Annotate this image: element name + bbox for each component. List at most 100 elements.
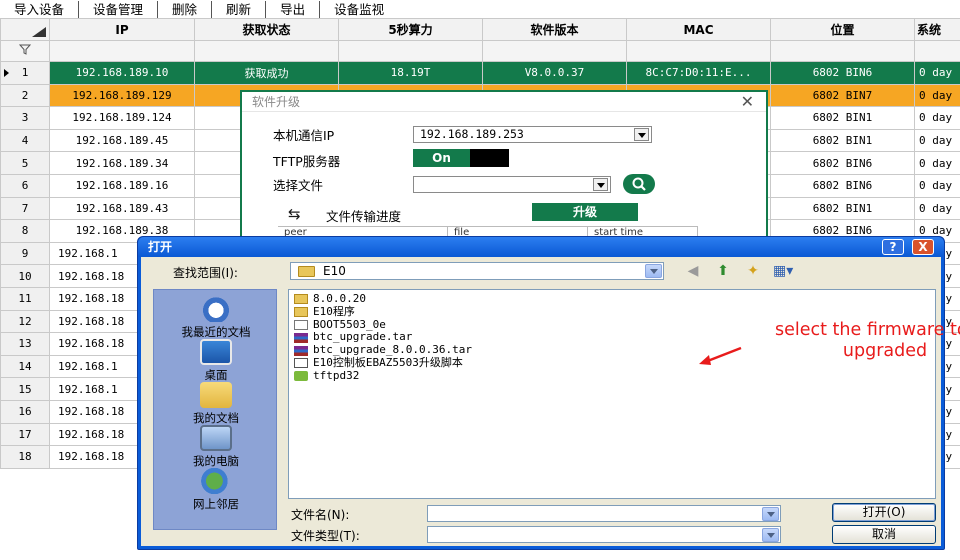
cell-system[interactable]: 0 day (914, 61, 960, 85)
chevron-down-icon[interactable] (762, 528, 779, 542)
cell-position[interactable]: 6802 BIN1 (770, 128, 915, 153)
place-recent[interactable]: 我最近的文档 (154, 296, 278, 340)
select-file-combo[interactable] (413, 176, 611, 193)
upgrade-button[interactable]: 升级 (532, 203, 638, 221)
tftp-toggle-on[interactable]: On (413, 149, 470, 167)
cell-position[interactable]: 6802 BIN1 (770, 106, 915, 130)
cell-ip[interactable]: 192.168.189.129 (49, 83, 195, 108)
col-header-system[interactable]: 系统 (914, 18, 960, 41)
place-desktop[interactable]: 桌面 (154, 339, 278, 383)
cell-system[interactable]: 0 day (914, 128, 960, 153)
menu-item[interactable]: 设备管理 (79, 0, 159, 19)
row-number[interactable]: 14 (0, 354, 50, 379)
cell-system[interactable]: 0 day (914, 106, 960, 130)
filter-icon[interactable] (18, 44, 32, 55)
view-menu-icon[interactable]: ▦▾ (773, 262, 793, 280)
cell-position[interactable]: 6802 BIN6 (770, 61, 915, 85)
new-folder-icon[interactable]: ✦ (743, 262, 763, 280)
file-item[interactable]: E10程序 (294, 305, 935, 319)
cell-ip[interactable]: 192.168.189.34 (49, 151, 195, 175)
help-button[interactable]: ? (882, 239, 904, 255)
menu-item[interactable]: 刷新 (212, 0, 267, 19)
upgrade-close-icon[interactable]: ✕ (741, 92, 754, 111)
row-number[interactable]: 4 (0, 128, 50, 153)
row-number[interactable]: 11 (0, 286, 50, 311)
col-header-hashrate[interactable]: 5秒算力 (338, 18, 483, 41)
filter-system[interactable] (914, 40, 960, 62)
cell-system[interactable]: 0 day (914, 151, 960, 175)
row-number[interactable]: 16 (0, 399, 50, 424)
browse-file-button[interactable] (623, 174, 655, 194)
cell-system[interactable]: 0 day (914, 83, 960, 108)
row-number[interactable]: 18 (0, 445, 50, 469)
cell-ip[interactable]: 192.168.189.43 (49, 196, 195, 221)
cell-position[interactable]: 6802 BIN6 (770, 151, 915, 175)
row-number[interactable]: 3 (0, 106, 50, 130)
menu-item[interactable]: 设备监视 (320, 1, 398, 19)
filetype-select[interactable] (427, 526, 781, 543)
cell-position[interactable]: 6802 BIN1 (770, 196, 915, 221)
cell-position[interactable]: 6802 BIN6 (770, 173, 915, 198)
place-my-documents[interactable]: 我的文档 (154, 382, 278, 426)
cell-system[interactable]: 0 day (914, 196, 960, 221)
row-number[interactable]: 9 (0, 241, 50, 266)
cell-version[interactable]: V8.0.0.37 (482, 61, 627, 85)
row-number-text: 7 (21, 201, 29, 215)
row-number[interactable]: 8 (0, 219, 50, 243)
cell-mac[interactable]: 8C:C7:D0:11:E... (626, 61, 771, 85)
row-number[interactable]: 1 (0, 61, 50, 85)
chevron-down-icon[interactable] (762, 507, 779, 521)
file-item[interactable]: 8.0.0.20 (294, 292, 935, 306)
menu-item[interactable]: 导出 (266, 0, 321, 19)
cell-ip[interactable]: 192.168.189.45 (49, 128, 195, 153)
filter-cell[interactable] (0, 40, 50, 62)
open-button[interactable]: 打开(O) (832, 503, 936, 522)
tftp-toggle-off[interactable] (470, 149, 509, 167)
look-in-select[interactable]: E10 (290, 262, 664, 280)
place-my-computer[interactable]: 我的电脑 (154, 425, 278, 469)
menu-item[interactable]: 删除 (158, 0, 213, 19)
place-network[interactable]: 网上邻居 (154, 468, 278, 512)
col-header-mac[interactable]: MAC (626, 18, 771, 41)
chevron-down-icon[interactable] (645, 264, 662, 278)
cancel-button[interactable]: 取消 (832, 525, 936, 544)
row-number[interactable]: 6 (0, 173, 50, 198)
chevron-down-icon[interactable] (634, 128, 649, 141)
row-number[interactable]: 12 (0, 309, 50, 334)
filter-status[interactable] (194, 40, 339, 62)
row-number[interactable]: 17 (0, 422, 50, 447)
filename-input[interactable] (427, 505, 781, 522)
row-number-text: 11 (18, 292, 32, 306)
cell-status[interactable]: 获取成功 (194, 61, 339, 85)
row-number[interactable]: 15 (0, 377, 50, 401)
filter-mac[interactable] (626, 40, 771, 62)
filter-hashrate[interactable] (338, 40, 483, 62)
row-number[interactable]: 2 (0, 83, 50, 108)
menu-item[interactable]: 导入设备 (0, 0, 80, 19)
chevron-down-icon[interactable] (593, 178, 608, 191)
col-header-ip[interactable]: IP (49, 18, 195, 41)
cell-hashrate[interactable]: 18.19T (338, 61, 483, 85)
tftp-toggle[interactable]: On (413, 149, 509, 167)
filter-version[interactable] (482, 40, 627, 62)
cell-system[interactable]: 0 day (914, 173, 960, 198)
back-icon[interactable]: ◀ (683, 262, 703, 280)
row-number[interactable]: 10 (0, 264, 50, 288)
col-header-version[interactable]: 软件版本 (482, 18, 627, 41)
table-row[interactable]: 1 192.168.189.10 获取成功 18.19T V8.0.0.37 8C:C7:… (0, 61, 960, 85)
up-folder-icon[interactable]: ⬆ (713, 262, 733, 280)
row-number[interactable]: 5 (0, 151, 50, 175)
row-number[interactable]: 7 (0, 196, 50, 221)
filter-ip[interactable] (49, 40, 195, 62)
row-number[interactable]: 13 (0, 332, 50, 356)
close-button[interactable]: X (912, 239, 934, 255)
cell-ip[interactable]: 192.168.189.124 (49, 106, 195, 130)
filter-position[interactable] (770, 40, 915, 62)
cell-ip[interactable]: 192.168.189.16 (49, 173, 195, 198)
col-header-status[interactable]: 获取状态 (194, 18, 339, 41)
file-item[interactable]: tftpd32 (294, 369, 935, 383)
col-header-position[interactable]: 位置 (770, 18, 915, 41)
cell-position[interactable]: 6802 BIN7 (770, 83, 915, 108)
cell-ip[interactable]: 192.168.189.10 (49, 61, 195, 85)
local-ip-select[interactable]: 192.168.189.253 (413, 126, 652, 143)
